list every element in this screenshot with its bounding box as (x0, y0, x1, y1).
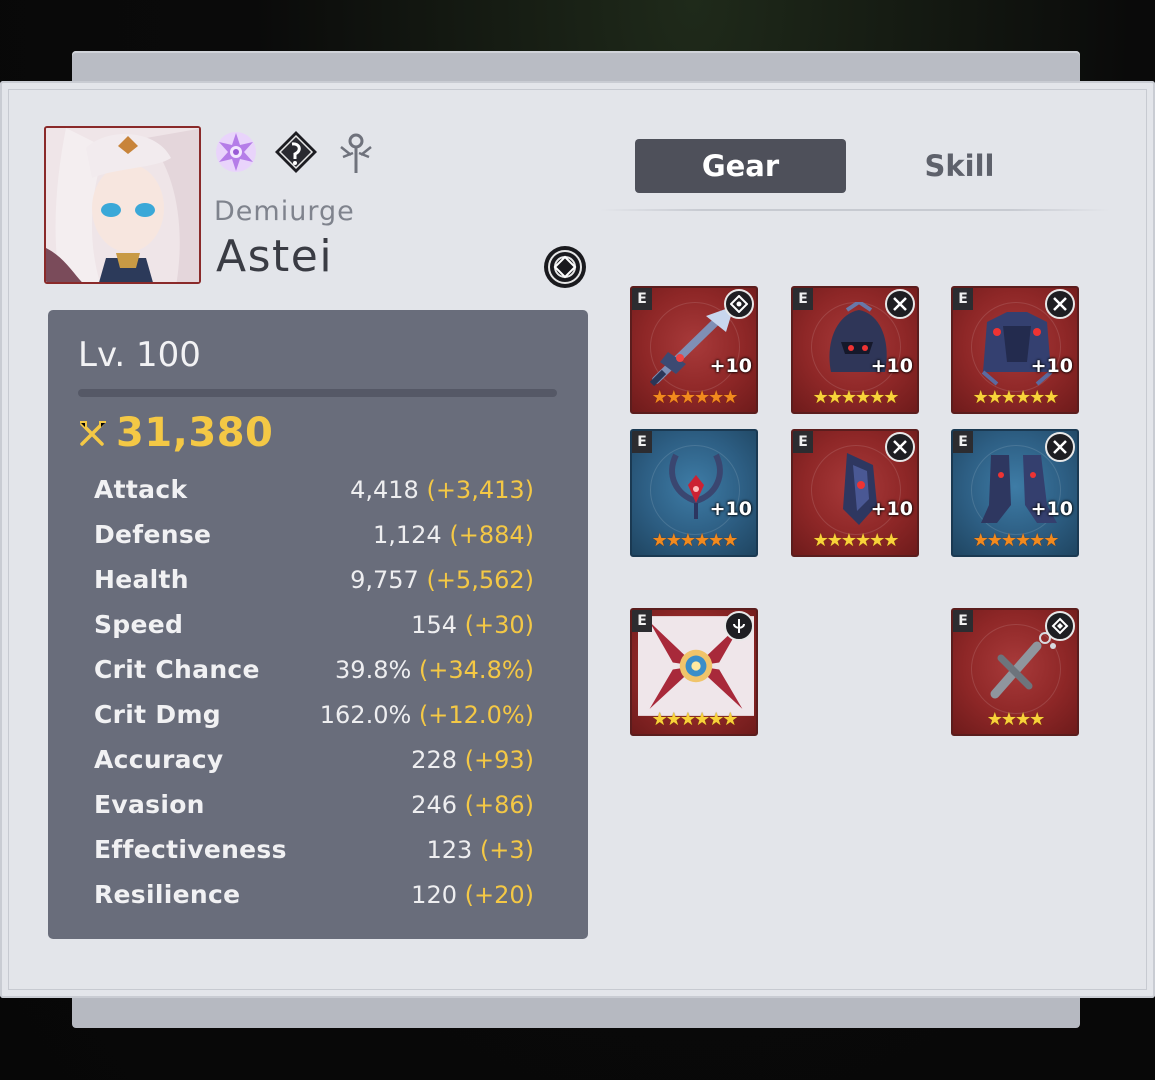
stat-name: Evasion (94, 790, 205, 819)
stat-bonus: (+30) (464, 610, 534, 639)
artifact-slot[interactable]: E ★★★★★★ (630, 608, 758, 736)
exclusive-equip-slot[interactable]: E ★★★★ (951, 608, 1079, 736)
gear-slot-necklace[interactable]: E +10 ★★★★★★ (630, 429, 758, 557)
gear-stars: ★★★★★★ (972, 530, 1060, 551)
immunity-set-icon (724, 289, 754, 319)
stat-bonus: (+12.0%) (418, 700, 534, 729)
stat-row-defense: Defense 1,124 (+884) (94, 512, 534, 557)
gear-stars: ★★★★★★ (972, 387, 1060, 408)
specialty-emblem-icon[interactable] (542, 244, 588, 290)
stat-row-speed: Speed 154 (+30) (94, 602, 534, 647)
stat-bonus: (+86) (464, 790, 534, 819)
healer-class-icon (724, 611, 754, 641)
destruction-set-icon (885, 289, 915, 319)
stat-value: 228 (411, 745, 457, 774)
enhance-level: +10 (1030, 498, 1073, 520)
gear-slot-helmet[interactable]: E +10 ★★★★★★ (791, 286, 919, 414)
stat-name: Health (94, 565, 189, 594)
grade-tag: E (793, 431, 813, 453)
grade-tag: E (632, 610, 652, 632)
destruction-set-icon (1045, 289, 1075, 319)
gear-stars: ★★★★★★ (812, 387, 900, 408)
enhance-level: +10 (870, 355, 913, 377)
gear-stars: ★★★★★★ (812, 530, 900, 551)
stat-bonus: (+3) (479, 835, 534, 864)
stat-row-resilience: Resilience 120 (+20) (94, 872, 534, 917)
stat-bonus: (+93) (464, 745, 534, 774)
stat-name: Speed (94, 610, 184, 639)
soul-weaver-icon[interactable] (333, 129, 379, 175)
gear-stars: ★★★★★★ (651, 387, 739, 408)
enhance-level: +10 (709, 498, 752, 520)
tab-gear[interactable]: Gear (635, 139, 846, 193)
grade-tag: E (953, 431, 973, 453)
tab-divider (600, 209, 1110, 211)
grade-tag: E (632, 431, 652, 453)
stat-name: Defense (94, 520, 212, 549)
stat-name: Crit Dmg (94, 700, 221, 729)
grade-tag: E (953, 288, 973, 310)
level-label: Lv. 100 (78, 335, 201, 375)
hero-portrait[interactable] (44, 126, 201, 284)
grade-tag: E (953, 610, 973, 632)
stat-name: Effectiveness (94, 835, 287, 864)
destruction-set-icon (885, 432, 915, 462)
hero-attributes (213, 129, 379, 175)
enhance-level: +10 (870, 498, 913, 520)
star-element-icon[interactable] (213, 129, 259, 175)
gear-stars: ★★★★★★ (651, 530, 739, 551)
stats-panel: Lv. 100 31,380 Attack 4,418 (+3,413) Def… (48, 310, 588, 939)
stat-row-crit-chance: Crit Chance 39.8% (+34.8%) (94, 647, 534, 692)
stat-value: 123 (426, 835, 473, 864)
stat-name: Attack (94, 475, 188, 504)
stat-row-accuracy: Accuracy 228 (+93) (94, 737, 534, 782)
stat-row-effectiveness: Effectiveness 123 (+3) (94, 827, 534, 872)
stat-list: Attack 4,418 (+3,413) Defense 1,124 (+88… (94, 467, 534, 917)
stat-bonus: (+20) (464, 880, 534, 909)
moonlight-icon[interactable] (273, 129, 319, 175)
stat-name: Accuracy (94, 745, 224, 774)
stat-value: 154 (411, 610, 457, 639)
stat-value: 4,418 (350, 475, 419, 504)
stat-bonus: (+3,413) (426, 475, 534, 504)
stat-value: 39.8% (335, 655, 412, 684)
stat-bonus: (+5,562) (426, 565, 534, 594)
hero-name: Astei (216, 231, 334, 282)
grade-tag: E (632, 288, 652, 310)
gear-slot-armor[interactable]: E +10 ★★★★★★ (951, 286, 1079, 414)
enhance-level: +10 (1030, 355, 1073, 377)
artifact-stars: ★★★★★★ (651, 709, 739, 730)
stat-row-crit-dmg: Crit Dmg 162.0% (+12.0%) (94, 692, 534, 737)
tab-skill[interactable]: Skill (854, 139, 1065, 193)
stat-row-evasion: Evasion 246 (+86) (94, 782, 534, 827)
stat-bonus: (+884) (449, 520, 534, 549)
combat-power: 31,380 (78, 410, 273, 456)
stat-bonus: (+34.8%) (418, 655, 534, 684)
stat-row-health: Health 9,757 (+5,562) (94, 557, 534, 602)
stat-value: 120 (411, 880, 457, 909)
destruction-set-icon (1045, 432, 1075, 462)
enhance-level: +10 (709, 355, 752, 377)
stat-value: 246 (411, 790, 457, 819)
stat-name: Resilience (94, 880, 241, 909)
hero-class-label: Demiurge (214, 196, 355, 227)
gear-slot-weapon[interactable]: E +10 ★★★★★★ (630, 286, 758, 414)
combat-power-icon (80, 421, 106, 446)
stat-value: 162.0% (319, 700, 412, 729)
stat-name: Crit Chance (94, 655, 260, 684)
exclusive-badge-icon (1045, 611, 1075, 641)
exp-bar (78, 389, 557, 397)
grade-tag: E (793, 288, 813, 310)
gear-slot-boots[interactable]: E +10 ★★★★★★ (951, 429, 1079, 557)
exclusive-stars: ★★★★ (986, 709, 1046, 730)
stat-row-attack: Attack 4,418 (+3,413) (94, 467, 534, 512)
gear-slot-ring[interactable]: E +10 ★★★★★★ (791, 429, 919, 557)
stat-value: 1,124 (372, 520, 442, 549)
stat-value: 9,757 (350, 565, 419, 594)
hero-info-panel: Demiurge Astei Lv. 100 31,380 Attack 4,4… (0, 81, 1155, 998)
combat-power-value: 31,380 (116, 410, 274, 456)
